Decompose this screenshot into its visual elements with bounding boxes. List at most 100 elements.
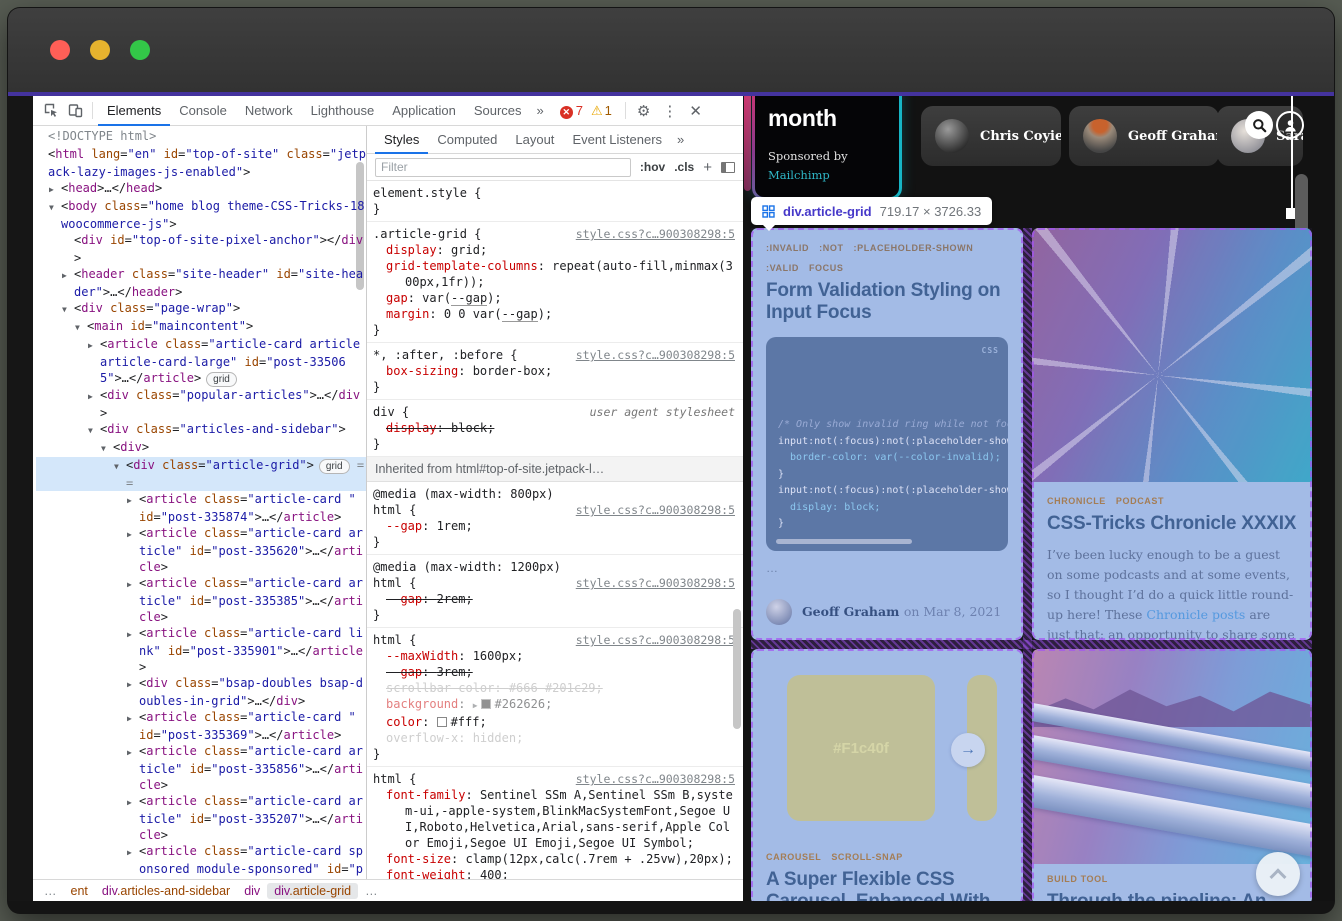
css-declaration[interactable]: color: #fff; xyxy=(373,714,735,730)
css-declaration[interactable]: --gap: 1rem; xyxy=(373,518,735,534)
dom-tree-node[interactable]: ▶<div class="popular-articles">…</div> xyxy=(36,387,366,421)
more-tabs-button[interactable]: » xyxy=(531,103,550,118)
author-chip-chris-coyier[interactable]: Chris Coyier xyxy=(921,106,1061,166)
dom-tree-node[interactable]: ▼<body class="home blog theme-CSS-Tricks… xyxy=(36,198,366,232)
css-rule[interactable]: user agent stylesheetdiv {display: block… xyxy=(367,400,743,457)
article-title[interactable]: Through the pipeline: An exploration of … xyxy=(1047,891,1297,901)
stylesheet-link[interactable]: style.css?c…900308298:5 xyxy=(576,632,735,648)
computed-sidebar-toggle-icon[interactable] xyxy=(721,162,735,173)
device-toolbar-icon[interactable] xyxy=(63,99,87,123)
page-scrollbar-track[interactable] xyxy=(1291,96,1293,208)
css-selector[interactable]: style.css?c…900308298:5html { xyxy=(373,771,735,787)
stylesheet-link[interactable]: style.css?c…900308298:5 xyxy=(576,226,735,242)
tab-computed[interactable]: Computed xyxy=(428,126,506,154)
dom-tree-node[interactable]: ▶<header class="site-header" id="site-he… xyxy=(36,266,366,300)
css-rule[interactable]: @media (max-width: 1200px)style.css?c…90… xyxy=(367,555,743,628)
css-selector[interactable]: style.css?c…900308298:5html { xyxy=(373,632,735,648)
tab-network[interactable]: Network xyxy=(236,96,302,126)
css-selector[interactable]: style.css?c…900308298:5*, :after, :befor… xyxy=(373,347,735,363)
css-declaration[interactable]: font-size: clamp(12px,calc(.7rem + .25vw… xyxy=(373,851,735,867)
article-tag[interactable]: :PLACEHOLDER-SHOWN xyxy=(854,243,974,253)
settings-gear-icon[interactable]: ⚙ xyxy=(631,102,656,120)
account-button[interactable] xyxy=(1276,111,1304,139)
dom-tree-node[interactable]: ▼<div class="page-wrap"> xyxy=(36,300,366,318)
close-window-button[interactable] xyxy=(50,40,70,60)
sponsored-month-card[interactable]: month Sponsored by Mailchimp xyxy=(752,96,902,200)
code-snippet[interactable]: CSS /* Only show invalid ring while not … xyxy=(766,337,1008,551)
article-tag[interactable]: CAROUSEL xyxy=(766,852,821,862)
chronicle-posts-link[interactable]: Chronicle posts xyxy=(1146,607,1245,622)
breadcrumb-item[interactable]: div xyxy=(237,883,267,899)
article-tag[interactable]: :VALID xyxy=(766,263,799,273)
css-rule[interactable]: element.style {} xyxy=(367,181,743,222)
css-declaration[interactable]: box-sizing: border-box; xyxy=(373,363,735,379)
css-selector[interactable]: user agent stylesheetdiv { xyxy=(373,404,735,420)
css-declaration[interactable]: overflow-x: hidden; xyxy=(373,730,735,746)
breadcrumb-item[interactable]: … xyxy=(358,883,385,899)
error-badge[interactable]: ✕7 xyxy=(560,103,583,119)
css-declaration[interactable]: --gap: 2rem; xyxy=(373,591,735,607)
css-declaration[interactable]: --gap: 3rem; xyxy=(373,664,735,680)
tab-console[interactable]: Console xyxy=(170,96,236,126)
site-search-button[interactable] xyxy=(1245,111,1273,139)
author-chip-geoff-graham[interactable]: Geoff Graham xyxy=(1069,106,1219,166)
dom-tree-node[interactable]: ▼<main id="maincontent"> xyxy=(36,318,366,336)
breadcrumb-item[interactable]: ent xyxy=(64,883,95,899)
stylesheet-link[interactable]: style.css?c…900308298:5 xyxy=(576,502,735,518)
article-tag[interactable]: BUILD TOOL xyxy=(1047,874,1108,884)
article-byline[interactable]: Geoff Graham on Mar 8, 2021 xyxy=(766,599,1001,625)
dom-tree-node[interactable]: <!DOCTYPE html> xyxy=(36,128,366,146)
author-name[interactable]: Geoff Graham xyxy=(802,604,899,619)
dom-tree-node[interactable]: ▶<article class="article-card article ar… xyxy=(36,336,366,387)
css-declaration[interactable]: grid-template-columns: repeat(auto-fill,… xyxy=(373,258,735,290)
css-rule[interactable]: @media (max-width: 800px)style.css?c…900… xyxy=(367,482,743,555)
dom-tree-node[interactable]: ▶<div class="bsap-doubles bsap-doubles-i… xyxy=(36,675,366,709)
dom-tree-node[interactable]: ▶<article class="article-card article" i… xyxy=(36,525,366,575)
breadcrumb-item[interactable]: div.article-grid xyxy=(267,883,358,899)
tab-application[interactable]: Application xyxy=(383,96,465,126)
fullscreen-window-button[interactable] xyxy=(130,40,150,60)
code-scrollbar[interactable] xyxy=(776,539,912,544)
dom-tree-node[interactable]: ▶<article class="article-card " id="post… xyxy=(36,491,366,525)
dom-tree-node[interactable]: ▶<article class="article-card article" i… xyxy=(36,793,366,843)
tab-layout[interactable]: Layout xyxy=(506,126,563,154)
article-title[interactable]: Form Validation Styling on Input Focus xyxy=(766,280,1008,323)
stylesheet-link[interactable]: style.css?c…900308298:5 xyxy=(576,575,735,591)
devtools-menu-icon[interactable]: ⋮ xyxy=(656,102,683,120)
css-selector[interactable]: style.css?c…900308298:5html { xyxy=(373,575,735,591)
mailchimp-link[interactable]: Mailchimp xyxy=(768,168,886,182)
css-rule[interactable]: style.css?c…900308298:5html {--maxWidth:… xyxy=(367,628,743,767)
css-declaration[interactable]: background: ▶#262626; xyxy=(373,696,735,714)
dom-tree-node[interactable]: ▶<head>…</head> xyxy=(36,180,366,198)
color-swatch[interactable] xyxy=(481,699,491,709)
css-declaration[interactable]: display: grid; xyxy=(373,242,735,258)
tab-lighthouse[interactable]: Lighthouse xyxy=(302,96,384,126)
css-declaration[interactable]: scrollbar-color: #666 #201c29; xyxy=(373,680,735,696)
article-tag[interactable]: PODCAST xyxy=(1116,496,1164,506)
css-declaration[interactable]: --maxWidth: 1600px; xyxy=(373,648,735,664)
grid-badge[interactable]: grid xyxy=(319,459,350,474)
stylesheet-link[interactable]: style.css?c…900308298:5 xyxy=(576,347,735,363)
toggle-pseudo-button[interactable]: :hov xyxy=(640,160,665,174)
inspect-element-icon[interactable] xyxy=(39,99,63,123)
tab-sources[interactable]: Sources xyxy=(465,96,531,126)
css-declaration[interactable]: font-family: Sentinel SSm A,Sentinel SSm… xyxy=(373,787,735,851)
article-tag[interactable]: :INVALID xyxy=(766,243,809,253)
article-tag[interactable]: CHRONICLE xyxy=(1047,496,1106,506)
new-style-rule-button[interactable]: + xyxy=(703,159,712,176)
css-declaration[interactable]: margin: 0 0 var(--gap); xyxy=(373,306,735,322)
css-declaration[interactable]: font-weight: 400; xyxy=(373,867,735,879)
dom-tree-node[interactable]: ▶<article class="article-card article" i… xyxy=(36,575,366,625)
issues-badges[interactable]: ✕7 ⚠1 xyxy=(552,103,620,119)
warning-badge[interactable]: ⚠1 xyxy=(591,103,612,119)
dom-tree-node[interactable]: ▶<article class="article-card article" i… xyxy=(36,743,366,793)
scroll-to-top-button[interactable] xyxy=(1256,852,1300,896)
css-selector[interactable]: element.style { xyxy=(373,185,735,201)
dom-tree-node[interactable]: ▶<article class="article-card link" id="… xyxy=(36,625,366,675)
tab-event-listeners[interactable]: Event Listeners xyxy=(563,126,671,154)
article-tag[interactable]: FOCUS xyxy=(809,263,844,273)
css-selector[interactable]: style.css?c…900308298:5html { xyxy=(373,502,735,518)
more-style-tabs-button[interactable]: » xyxy=(671,132,690,147)
css-rule[interactable]: style.css?c…900308298:5html {font-family… xyxy=(367,767,743,879)
dom-tree-node[interactable]: ▶<article class="article-card " id="post… xyxy=(36,709,366,743)
